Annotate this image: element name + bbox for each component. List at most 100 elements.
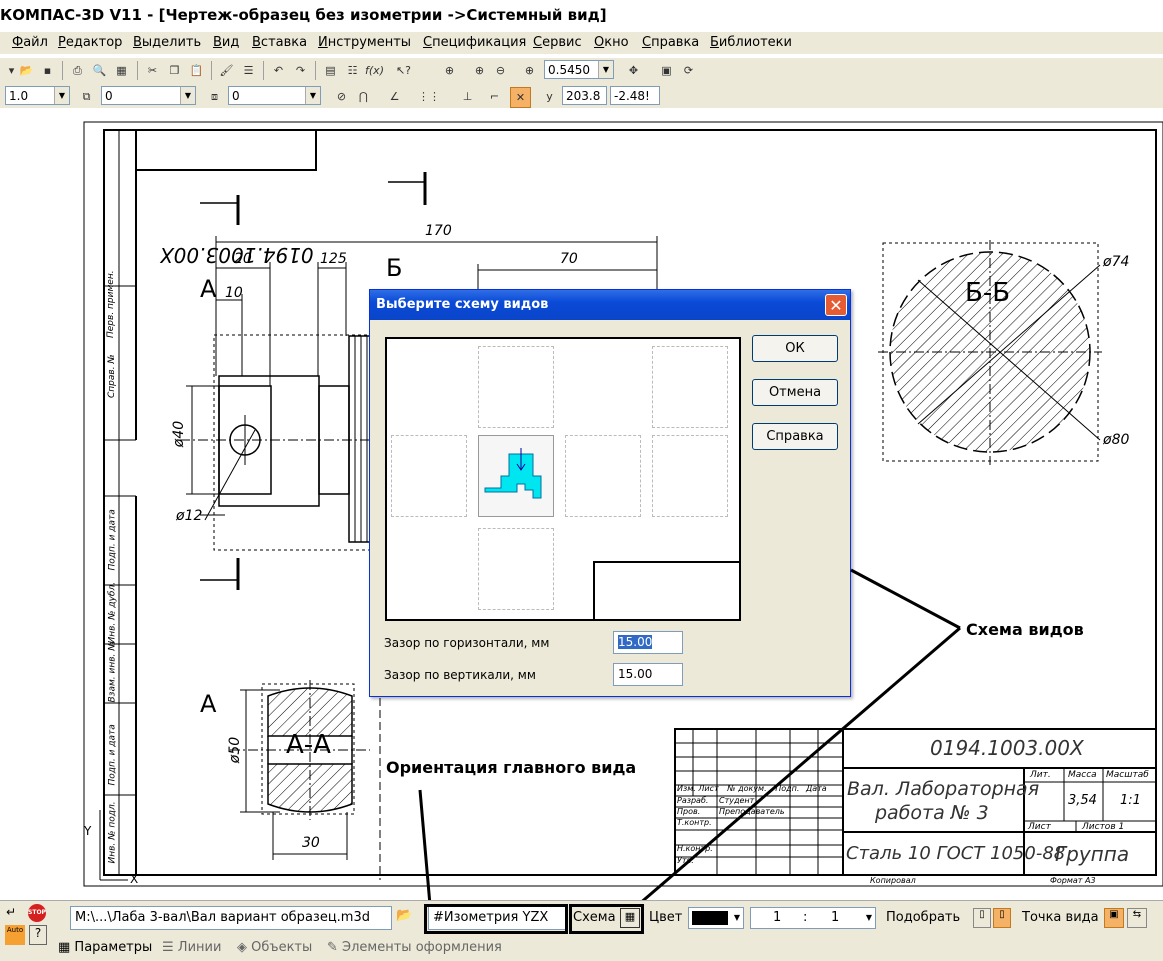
local-cs-icon[interactable]: ✕ [510, 87, 531, 108]
zoom-combo[interactable]: 0.5450 ▼ [544, 60, 614, 79]
coord-x-field[interactable]: 203.8 [562, 86, 607, 105]
zoom-out-icon[interactable]: ⊖ [491, 61, 510, 80]
grid-icon[interactable]: ⋮⋮ [418, 87, 440, 106]
cut-icon[interactable]: ✂ [143, 61, 162, 80]
view-point-label[interactable]: Точка вида [1022, 910, 1099, 925]
round-icon[interactable]: ⌐ [485, 87, 504, 106]
chevron-down-icon[interactable]: ▼ [305, 87, 320, 104]
color-select[interactable]: ▼ [688, 907, 744, 929]
gap-horizontal-value: 15.00 [618, 635, 653, 649]
pan-icon[interactable]: ✥ [624, 61, 643, 80]
tab-parameters[interactable]: ▦ Параметры [58, 938, 152, 958]
cancel-button[interactable]: Отмена [752, 379, 838, 406]
title-block-name-1: Вал. Лабораторная [847, 778, 1040, 800]
menu-libraries[interactable]: Библиотеки [710, 35, 792, 50]
undo-icon[interactable]: ↶ [269, 61, 288, 80]
help-pointer-icon[interactable]: ↖? [394, 61, 413, 80]
save-icon[interactable]: ▪ [38, 61, 57, 80]
menu-specification[interactable]: Спецификация [423, 35, 526, 50]
format-icon[interactable]: 🖌 [217, 61, 236, 80]
title-block-rows: Изм. Лист № докум. Подп. Дата [677, 784, 827, 793]
view-direction-icon[interactable]: ⇆ [1127, 908, 1147, 928]
layer-icon[interactable]: ⧉ [77, 87, 96, 106]
scheme-cell-main[interactable] [478, 435, 554, 517]
zoom-scale-icon[interactable]: ⊕ [520, 61, 539, 80]
redo-icon[interactable]: ↷ [291, 61, 310, 80]
zoom-in-icon[interactable]: ⊕ [470, 61, 489, 80]
coord-icon[interactable]: y [540, 87, 559, 106]
properties-icon[interactable]: ▦ [112, 61, 131, 80]
chevron-down-icon[interactable]: ▼ [54, 87, 69, 104]
chevron-down-icon[interactable]: ▼ [180, 87, 195, 104]
frame-active-icon[interactable]: ▯ [993, 908, 1011, 928]
chevron-down-icon[interactable]: ▼ [863, 908, 875, 928]
ortho-icon[interactable]: ⊥ [458, 87, 477, 106]
coord-y-field[interactable]: -2.48! [610, 86, 660, 105]
scheme-cell-top-right[interactable] [652, 346, 728, 428]
help-icon[interactable]: ? [29, 925, 47, 945]
gap-vertical-field[interactable]: 15.00 [613, 663, 683, 686]
function-icon[interactable]: f(x) [365, 61, 384, 80]
chevron-down-icon[interactable]: ▼ [731, 908, 743, 928]
scheme-cell-left[interactable] [391, 435, 467, 517]
refresh-icon[interactable]: ⟳ [679, 61, 698, 80]
menu-edit[interactable]: Редактор [58, 35, 122, 50]
show-all-icon[interactable]: ▣ [657, 61, 676, 80]
open-icon[interactable]: 📂 [17, 61, 36, 80]
style-combo[interactable]: 0 ▼ [228, 86, 321, 105]
ok-button[interactable]: ОК [752, 335, 838, 362]
dim-40: ø40 [171, 420, 188, 448]
manager-icon[interactable]: ▤ [321, 61, 340, 80]
close-icon[interactable]: ✕ [825, 294, 847, 316]
dim-74: ø74 [1103, 254, 1130, 270]
scale-select[interactable]: 1 : 1 ▼ [750, 907, 876, 929]
list-icon[interactable]: ☰ [239, 61, 258, 80]
menu-service[interactable]: Сервис [533, 35, 582, 50]
file-path-field[interactable]: M:\...\Лаба 3-вал\Вал вариант образец.m3… [70, 906, 392, 930]
enter-icon[interactable]: ↵ [6, 905, 26, 923]
gap-horizontal-field[interactable]: 15.00 [613, 631, 683, 654]
scheme-cell-right[interactable] [565, 435, 641, 517]
tab-lines[interactable]: ☰ Линии [162, 938, 221, 958]
side-label-7: Инв. № подл. [107, 801, 118, 864]
scheme-cell-bottom[interactable] [478, 528, 554, 610]
stop-icon[interactable]: STOP [28, 904, 46, 922]
style-icon[interactable]: ⧈ [205, 87, 224, 106]
tab-objects[interactable]: ◈ Объекты [237, 938, 312, 958]
copy-icon[interactable]: ❐ [165, 61, 184, 80]
view-point-icon[interactable]: ▣ [1104, 908, 1124, 928]
snap-icon[interactable]: ⊘ [332, 87, 351, 106]
open-folder-icon[interactable]: 📂 [396, 908, 416, 928]
print-icon[interactable]: ⎙ [68, 61, 87, 80]
title-block-material: Сталь 10 ГОСТ 1050-88 [846, 843, 1066, 864]
magnet-icon[interactable]: ⋂ [354, 87, 373, 106]
line-width-combo[interactable]: 1.0 ▼ [5, 86, 70, 105]
section-mark-a-top: А [200, 275, 217, 303]
menu-file[interactable]: Файл [12, 35, 48, 50]
tab-annotations[interactable]: ✎ Элементы оформления [327, 938, 502, 958]
chevron-down-icon[interactable]: ▼ [598, 61, 613, 78]
fit-button[interactable]: Подобрать [886, 910, 960, 925]
scheme-cell-far-right[interactable] [652, 435, 728, 517]
axis-x-label: X [130, 872, 139, 886]
scheme-cell-top[interactable] [478, 346, 554, 428]
menu-insert[interactable]: Вставка [252, 35, 307, 50]
zoom-window-icon[interactable]: ⊕ [440, 61, 459, 80]
menu-view[interactable]: Вид [213, 35, 239, 50]
title-block-prep: Преподаватель [719, 807, 785, 816]
auto-icon[interactable]: Auto [5, 925, 25, 945]
angle-snap-icon[interactable]: ∠ [385, 87, 404, 106]
title-block-group: Группа [1055, 842, 1130, 866]
menu-select[interactable]: Выделить [133, 35, 201, 50]
menu-tools[interactable]: Инструменты [318, 35, 411, 50]
dim-20: 20 [234, 251, 252, 267]
title-block-utv: Утв. [677, 856, 694, 865]
preview-icon[interactable]: 🔍 [90, 61, 109, 80]
variables-icon[interactable]: ☷ [343, 61, 362, 80]
paste-icon[interactable]: 📋 [187, 61, 206, 80]
menu-window[interactable]: Окно [594, 35, 629, 50]
menu-help[interactable]: Справка [642, 35, 699, 50]
frame-icon[interactable]: ▯ [973, 908, 991, 928]
layer-combo[interactable]: 0 ▼ [101, 86, 196, 105]
help-button[interactable]: Справка [752, 423, 838, 450]
